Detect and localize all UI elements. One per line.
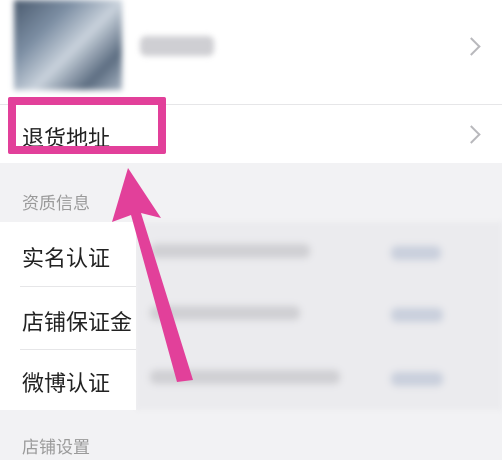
chevron-right-icon <box>462 125 481 144</box>
chevron-right-icon <box>462 37 481 56</box>
list-item-weibo-verify[interactable]: 微博认证 <box>0 350 136 410</box>
qualification-item-labels: 实名认证 店铺保证金 微博认证 <box>0 222 136 410</box>
store-settings-section-title: 店铺设置 <box>22 438 90 458</box>
list-item-label: 实名认证 <box>22 247 111 272</box>
qualification-section-title: 资质信息 <box>22 194 90 214</box>
blurred-detail-panel <box>136 222 502 410</box>
list-item-label: 店铺保证金 <box>22 311 133 336</box>
store-avatar <box>14 0 122 90</box>
list-item-real-name[interactable]: 实名认证 <box>0 222 136 286</box>
list-item-store-deposit[interactable]: 店铺保证金 <box>0 287 136 349</box>
store-profile-row[interactable] <box>0 0 502 105</box>
store-name-blurred <box>140 36 214 56</box>
list-item-label: 微博认证 <box>22 372 111 397</box>
annotation-highlight-box <box>8 97 166 154</box>
